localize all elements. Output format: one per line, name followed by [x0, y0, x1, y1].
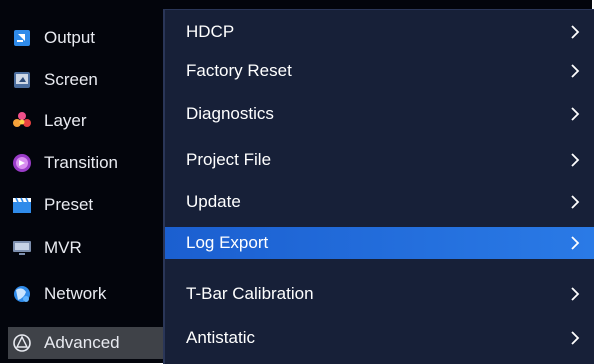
chevron-right-icon	[568, 24, 582, 40]
sidebar-item-label: Output	[44, 28, 96, 47]
network-icon	[12, 284, 32, 304]
menu-item-diagnostics[interactable]: Diagnostics	[165, 98, 594, 130]
sidebar-item-advanced[interactable]: Advanced	[8, 327, 163, 359]
chevron-right-icon	[568, 63, 582, 79]
sidebar-item-label: Preset	[44, 195, 94, 214]
sidebar-item-network[interactable]: Network	[8, 276, 160, 312]
sidebar-item-screen[interactable]: Screen	[8, 62, 160, 98]
sidebar-item-transition[interactable]: Transition	[8, 145, 160, 181]
sidebar-item-label: MVR	[44, 238, 82, 257]
advanced-icon	[12, 333, 32, 353]
sidebar-item-label: Transition	[44, 153, 119, 172]
sidebar-item-mvr[interactable]: MVR	[8, 230, 160, 266]
sidebar-item-preset[interactable]: Preset	[8, 187, 160, 223]
menu-item-antistatic[interactable]: Antistatic	[165, 322, 594, 354]
layer-icon	[12, 111, 32, 131]
menu-item-label: Update	[186, 192, 241, 211]
chevron-right-icon	[568, 235, 582, 251]
advanced-submenu: HDCP Factory Reset Diagnostics Project F…	[163, 9, 594, 364]
sidebar-item-layer[interactable]: Layer	[8, 103, 160, 139]
chevron-right-icon	[568, 152, 582, 168]
chevron-right-icon	[568, 330, 582, 346]
output-icon	[12, 28, 32, 48]
menu-item-update[interactable]: Update	[165, 186, 594, 218]
sidebar-item-label: Advanced	[44, 333, 120, 352]
menu-item-factory-reset[interactable]: Factory Reset	[165, 55, 594, 87]
sidebar-item-label: Network	[44, 284, 107, 303]
menu-item-log-export[interactable]: Log Export	[165, 227, 594, 259]
sidebar-item-output[interactable]: Output	[8, 20, 160, 56]
menu-item-label: Log Export	[186, 233, 269, 252]
sidebar: Output Screen Layer Transition Preset MV…	[0, 0, 163, 363]
chevron-right-icon	[568, 194, 582, 210]
menu-item-project-file[interactable]: Project File	[165, 144, 594, 176]
sidebar-item-label: Screen	[44, 70, 98, 89]
menu-item-label: Antistatic	[186, 328, 255, 347]
mvr-icon	[12, 238, 32, 258]
chevron-right-icon	[568, 286, 582, 302]
menu-item-hdcp[interactable]: HDCP	[165, 16, 594, 48]
chevron-right-icon	[568, 106, 582, 122]
transition-icon	[12, 153, 32, 173]
preset-icon	[12, 195, 32, 215]
menu-item-label: Project File	[186, 150, 272, 169]
menu-item-label: Factory Reset	[186, 61, 292, 80]
menu-item-label: Diagnostics	[186, 104, 274, 123]
menu-item-t-bar-calibration[interactable]: T-Bar Calibration	[165, 278, 594, 310]
app-window: Output Screen Layer Transition Preset MV…	[0, 0, 594, 364]
sidebar-item-label: Layer	[44, 111, 87, 130]
screen-icon	[12, 70, 32, 90]
menu-item-label: HDCP	[186, 22, 235, 41]
menu-item-label: T-Bar Calibration	[186, 284, 314, 303]
